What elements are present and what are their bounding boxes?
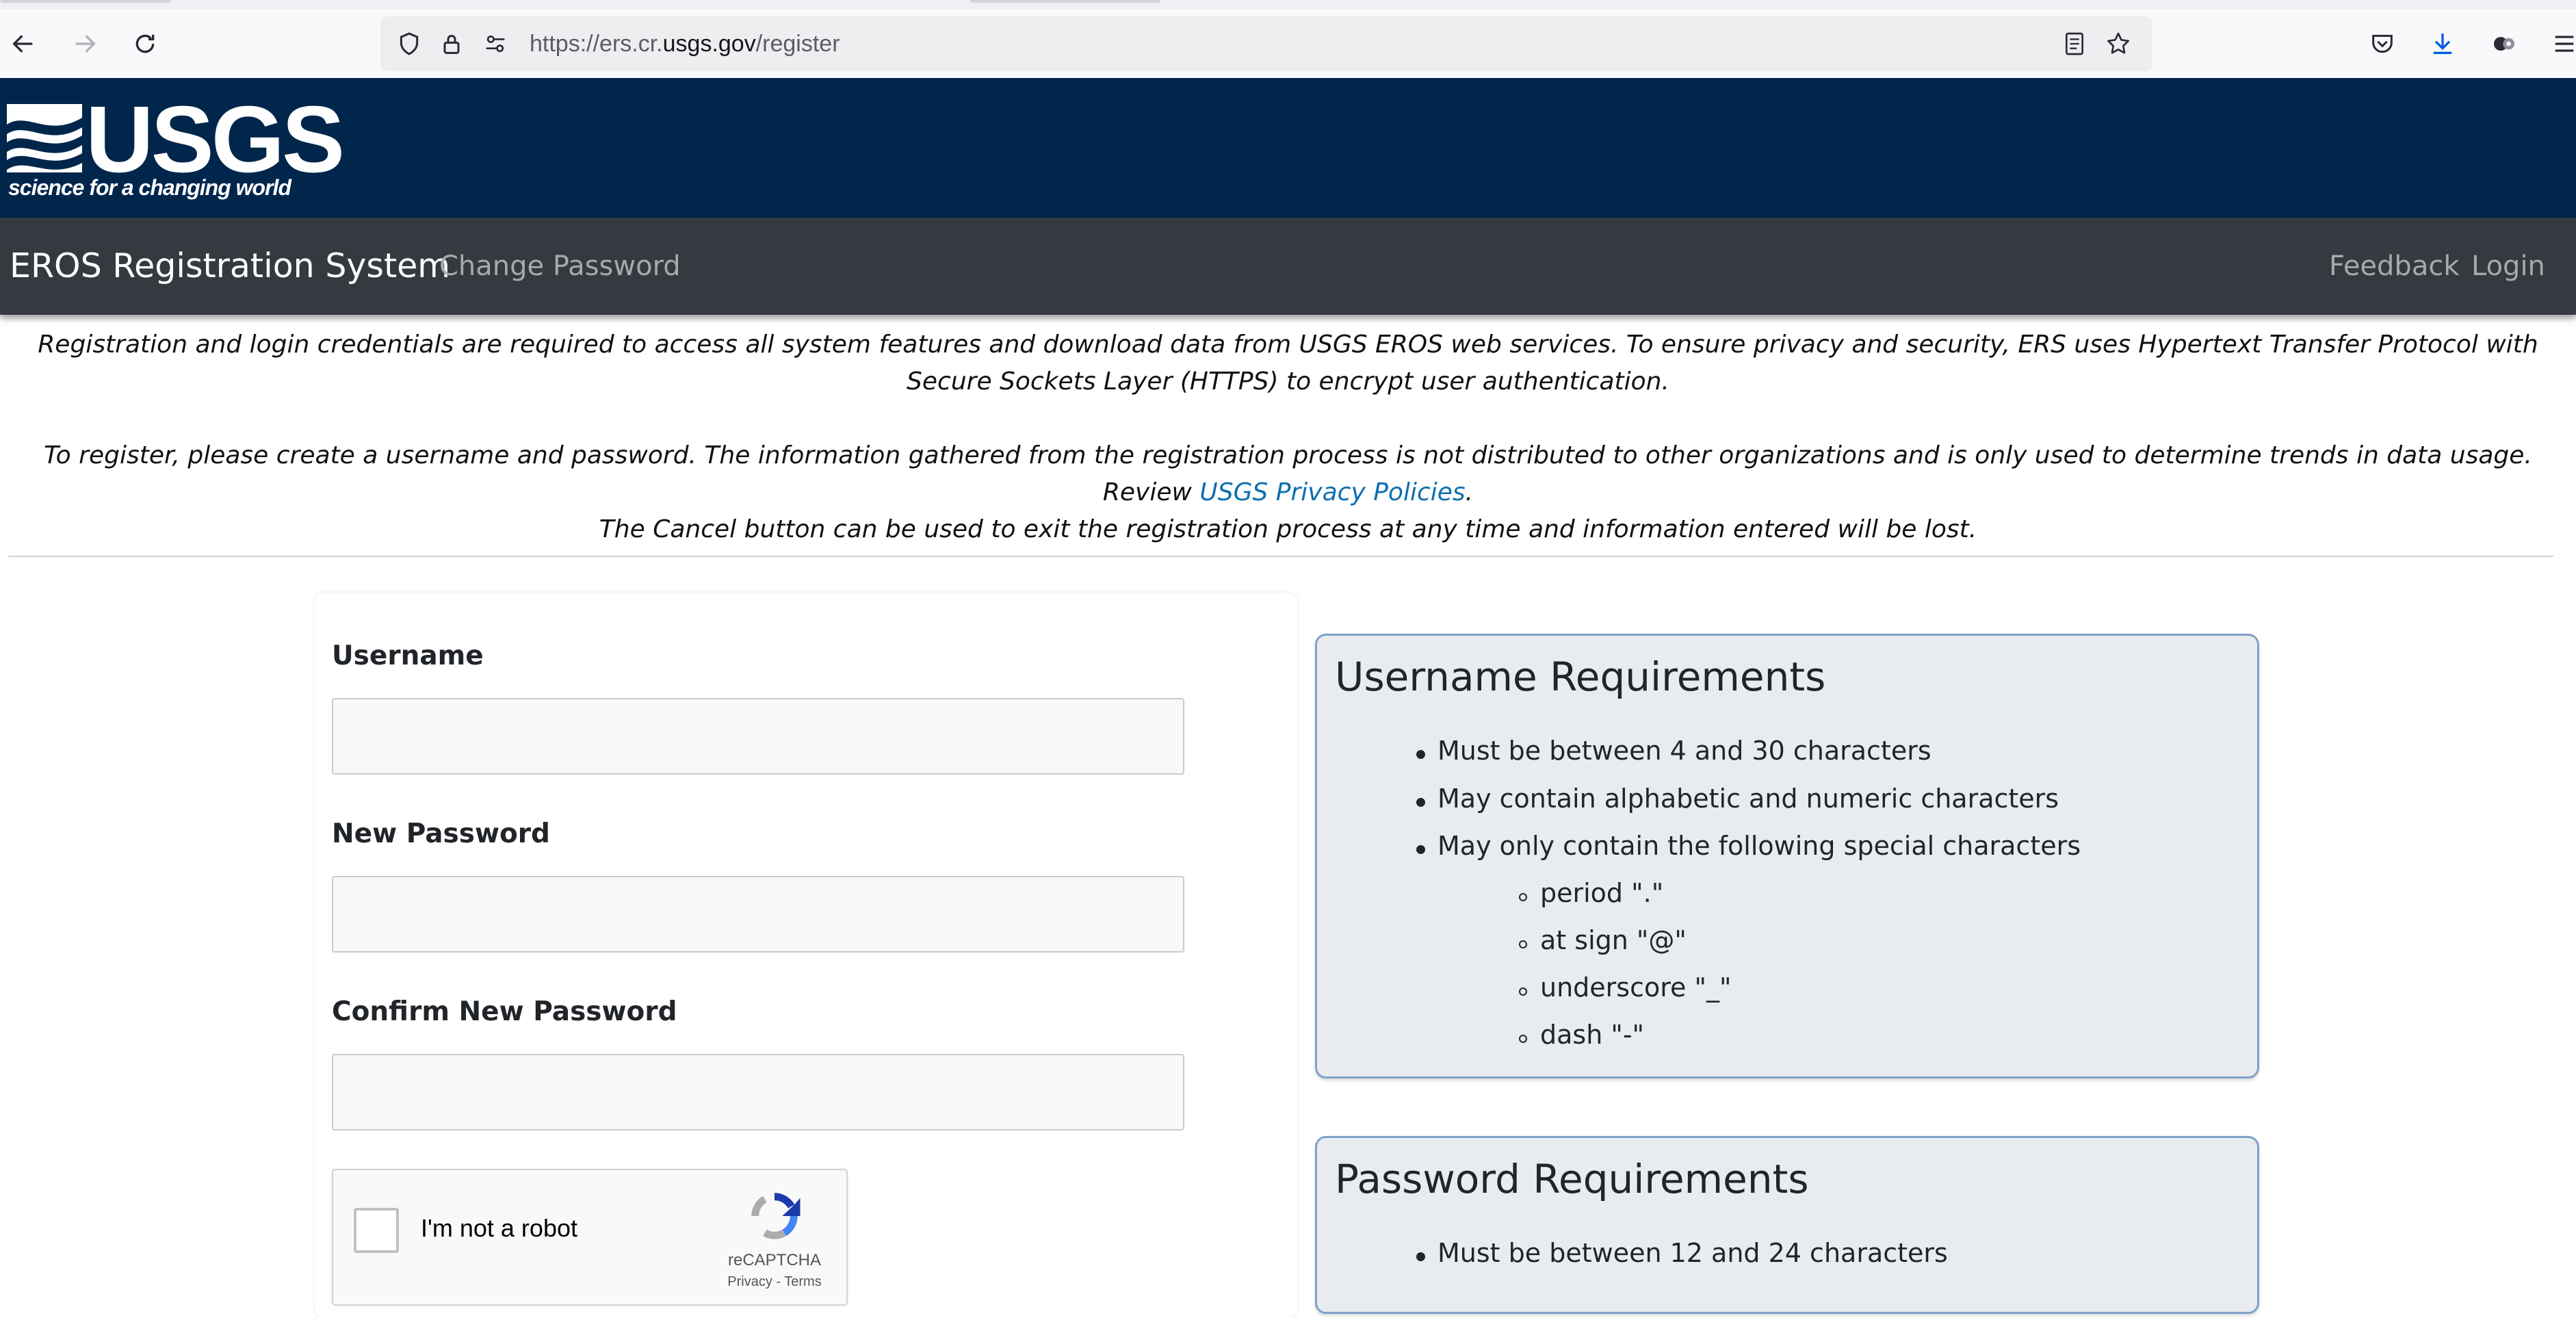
hamburger-menu-icon [2555, 36, 2574, 52]
usgs-header: USGS science for a changing world [0, 78, 2576, 218]
usgs-wave-icon [7, 104, 82, 172]
shield-icon[interactable] [395, 30, 423, 57]
url-path: /register [755, 31, 840, 57]
reload-button[interactable] [129, 27, 161, 60]
intro-paragraph-credentials: Registration and login credentials are r… [38, 331, 2538, 396]
bullet-icon [1416, 845, 1425, 854]
new-password-input[interactable] [332, 876, 1184, 953]
url-prefix: https://ers.cr. [530, 31, 663, 57]
nav-change-password[interactable]: Change Password [439, 218, 681, 315]
forward-arrow-icon [75, 35, 96, 53]
url-bar[interactable]: https://ers.cr.usgs.gov/register [380, 16, 2152, 71]
browser-active-tab-edge[interactable] [970, 0, 1160, 3]
back-button[interactable] [7, 27, 40, 60]
password-requirements-title: Password Requirements [1335, 1156, 1809, 1202]
privacy-policies-link[interactable]: USGS Privacy Policies [1199, 478, 1465, 506]
username-req-subitem: underscore "_" [1540, 972, 1732, 1003]
sub-bullet-icon [1519, 1035, 1527, 1043]
username-label: Username [332, 641, 484, 671]
new-password-label: New Password [332, 818, 550, 849]
confirm-password-input[interactable] [332, 1054, 1184, 1130]
reader-view-icon[interactable] [2061, 30, 2088, 57]
lock-icon[interactable] [438, 30, 465, 57]
sub-bullet-icon [1519, 987, 1527, 996]
pocket-icon [2372, 34, 2393, 53]
app-navbar: EROS Registration System Change Password… [0, 218, 2576, 315]
username-requirements-title: Username Requirements [1335, 654, 1826, 700]
permissions-icon[interactable] [482, 30, 509, 57]
pocket-button[interactable] [2366, 27, 2399, 60]
url-domain: usgs.gov [662, 31, 756, 57]
username-req-item: May only contain the following special c… [1437, 831, 2081, 861]
usgs-tagline: science for a changing world [8, 175, 291, 200]
browser-toolbar: https://ers.cr.usgs.gov/register [0, 10, 2576, 79]
downloads-button[interactable] [2426, 27, 2459, 60]
usgs-logo[interactable]: USGS science for a changing world [7, 92, 345, 204]
sub-bullet-icon [1519, 940, 1527, 948]
recaptcha-label: I'm not a robot [421, 1214, 577, 1242]
divider [8, 556, 2553, 557]
confirm-password-label: Confirm New Password [332, 996, 677, 1027]
extension-avatar-icon [2494, 37, 2514, 51]
password-req-item: Must be between 12 and 24 characters [1437, 1238, 1948, 1268]
username-input[interactable] [332, 698, 1184, 775]
nav-feedback[interactable]: Feedback [2329, 218, 2460, 315]
recaptcha-checkbox[interactable] [354, 1208, 399, 1253]
download-icon [2433, 34, 2452, 54]
bullet-icon [1416, 1252, 1425, 1261]
username-req-item: May contain alphabetic and numeric chara… [1437, 784, 2059, 814]
sub-bullet-icon [1519, 893, 1527, 901]
recaptcha-widget: I'm not a robot reCAPTCHA Privacy - Term… [332, 1169, 848, 1306]
intro-register-end: . [1465, 478, 1474, 506]
url-text[interactable]: https://ers.cr.usgs.gov/register [530, 16, 840, 71]
username-req-subitem: period "." [1540, 878, 1664, 908]
password-requirements-panel: Password Requirements Must be between 12… [1315, 1136, 2259, 1314]
recaptcha-privacy-terms[interactable]: Privacy - Terms [716, 1274, 833, 1290]
bookmark-star-icon[interactable] [2105, 30, 2132, 57]
username-requirements-panel: Username Requirements Must be between 4 … [1315, 634, 2259, 1078]
recaptcha-brand: reCAPTCHA [727, 1251, 822, 1269]
registration-form: Username New Password Confirm New Passwo… [315, 593, 1297, 1318]
browser-tab-edge[interactable] [0, 0, 171, 3]
bullet-icon [1416, 750, 1425, 759]
intro-paragraph-register: To register, please create a username an… [7, 437, 2569, 511]
extensions-button[interactable] [2488, 27, 2521, 60]
username-req-subitem: dash "-" [1540, 1020, 1645, 1050]
nav-login[interactable]: Login [2471, 218, 2545, 315]
bullet-icon [1416, 798, 1425, 807]
menu-button[interactable] [2548, 27, 2576, 60]
usgs-wordmark: USGS [86, 87, 345, 192]
forward-button[interactable] [68, 27, 101, 60]
back-arrow-icon [12, 35, 33, 53]
intro-paragraph-cancel: The Cancel button can be used to exit th… [599, 515, 1977, 543]
recaptcha-logo-icon [751, 1193, 801, 1239]
browser-tab-strip [0, 0, 2576, 10]
navbar-brand[interactable]: EROS Registration System [10, 218, 450, 315]
username-req-subitem: at sign "@" [1540, 925, 1687, 955]
username-req-item: Must be between 4 and 30 characters [1437, 736, 1931, 766]
reload-icon [135, 34, 155, 53]
